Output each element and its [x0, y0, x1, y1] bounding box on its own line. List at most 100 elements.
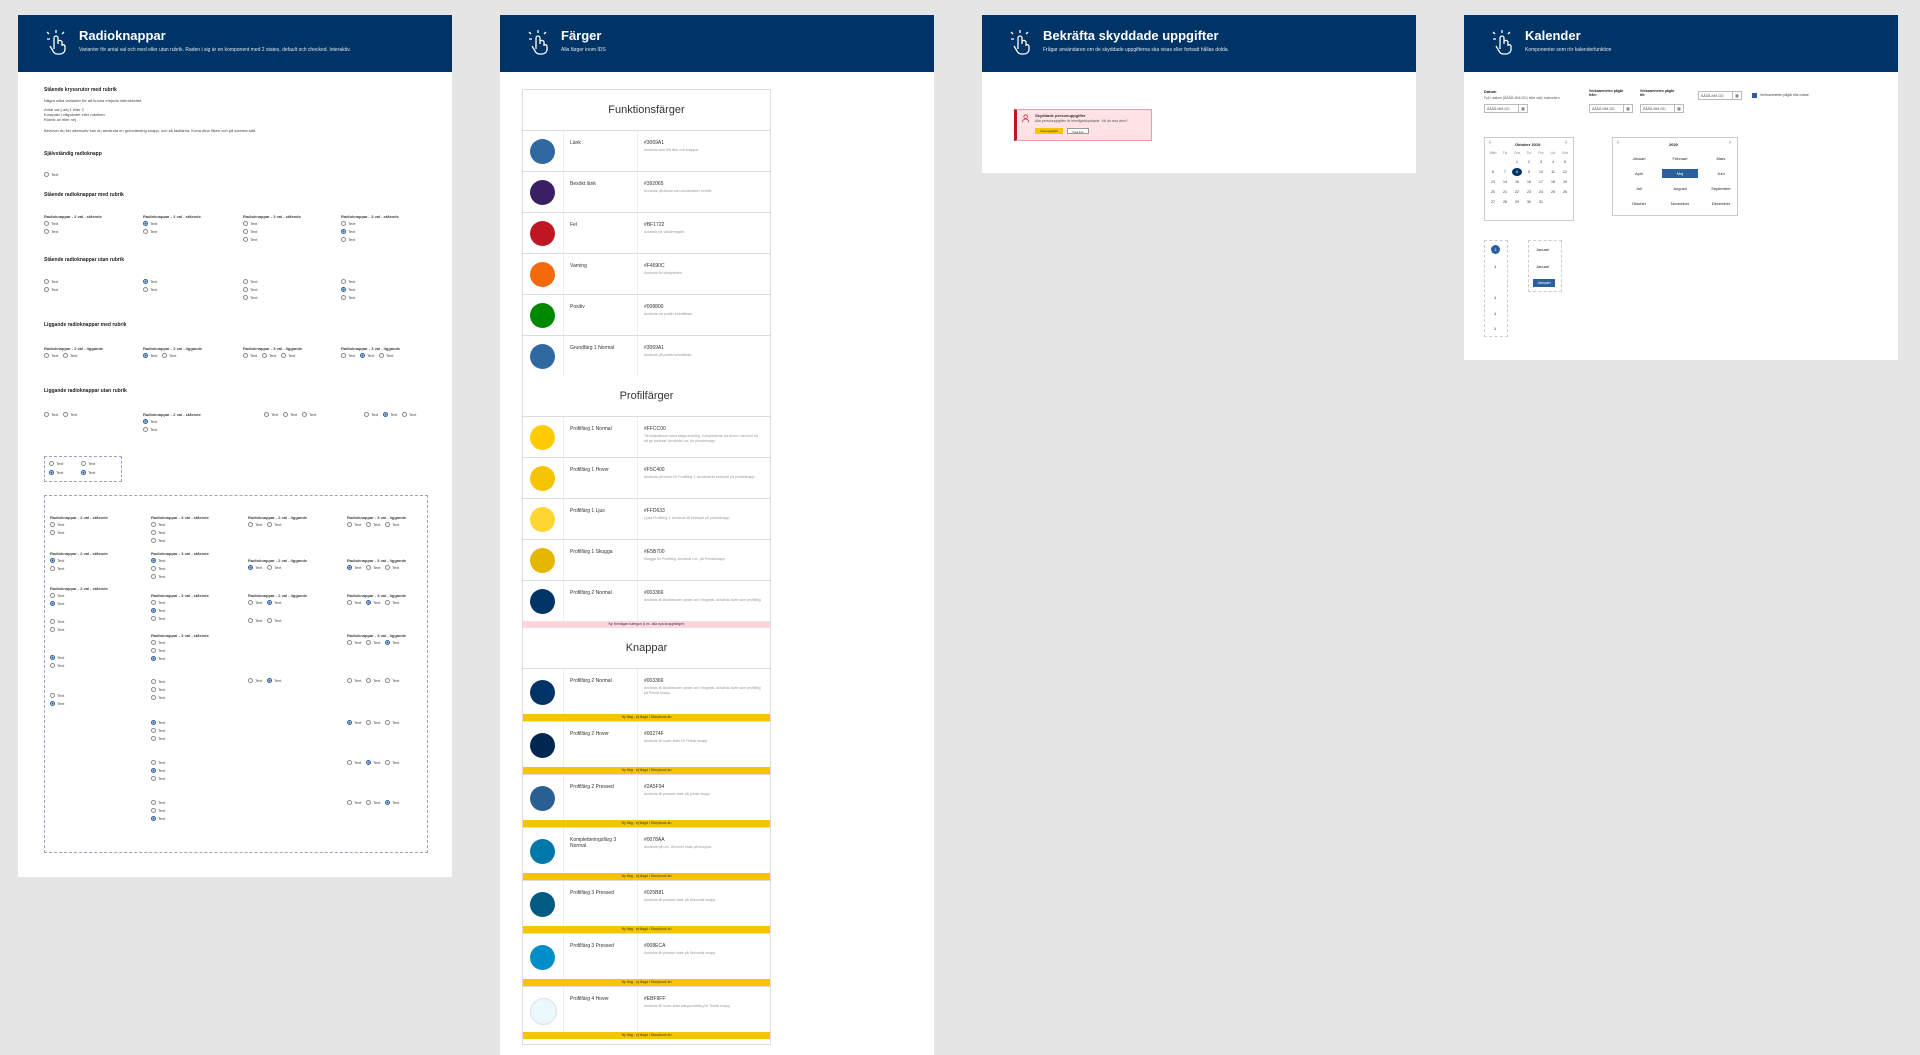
calendar-day[interactable]: 29: [1512, 200, 1522, 204]
next-month-icon[interactable]: ›: [1565, 140, 1567, 146]
list-month[interactable]: Januari: [1536, 247, 1549, 252]
radio-label: Text: [373, 640, 381, 645]
weekday-label: Mån: [1489, 151, 1497, 155]
calendar-day[interactable]: 9: [1524, 170, 1534, 174]
section-title: Stående radioknappar utan rubrik: [44, 257, 125, 263]
calendar-day[interactable]: 19: [1560, 180, 1570, 184]
month-option[interactable]: Februari: [1662, 156, 1698, 161]
calendar-day[interactable]: 11: [1548, 170, 1558, 174]
to-input[interactable]: ÅÅÅÅ-MM-DD ▦: [1640, 104, 1684, 113]
calendar-day[interactable]: 8: [1512, 168, 1522, 176]
color-row: Profilfärg 1 Ljus #FFD633 Ljusa Profilfärg…: [523, 498, 770, 540]
calendar-day[interactable]: 18: [1548, 180, 1558, 184]
month-option[interactable]: Juni: [1703, 171, 1739, 176]
color-description: Används till pressed state på Sekundär k…: [644, 898, 717, 902]
radio-circle: [151, 574, 156, 579]
to-label: Verksamheten pågår till:: [1640, 89, 1675, 97]
month-option[interactable]: Januari: [1621, 156, 1657, 161]
month-option[interactable]: Augusti: [1662, 186, 1698, 191]
color-hex: #025B81: [644, 890, 665, 896]
list-number[interactable]: 1: [1494, 295, 1496, 300]
color-name: Profilfärg 4 Hover: [570, 996, 609, 1002]
month-picker: ‹ 2020 › Januari Februari Mars April Maj Juni…: [1612, 137, 1738, 216]
color-swatch: [530, 139, 555, 164]
group-label: Radioknappar - 3 val - stående: [341, 214, 399, 219]
radio-circle: [385, 720, 390, 725]
calendar-day[interactable]: 23: [1524, 190, 1534, 194]
month-option[interactable]: April: [1621, 171, 1657, 176]
radio-label: Text: [158, 736, 166, 741]
calendar-day[interactable]: 25: [1548, 190, 1558, 194]
calendar-icon[interactable]: ▦: [1518, 105, 1527, 112]
variant-box-small: [44, 456, 122, 482]
color-row: Profilfärg 2 Hover #00274F Används till ho…: [523, 721, 770, 768]
color-row: Profilfärg 2 Pressed #2A5F94 Används till …: [523, 774, 770, 821]
calendar-day[interactable]: 17: [1536, 180, 1546, 184]
calendar-day[interactable]: 6: [1488, 170, 1498, 174]
radio-circle: [151, 600, 156, 605]
section-title: Självständig radioknapp: [44, 151, 102, 157]
calendar-icon[interactable]: ▦: [1674, 105, 1683, 112]
radio-circle: [366, 565, 371, 570]
calendar-day[interactable]: 13: [1488, 180, 1498, 184]
month-option[interactable]: December: [1703, 201, 1739, 206]
calendar-day[interactable]: 2: [1524, 160, 1534, 164]
group-label: Radioknappar - 2 val - stående: [50, 586, 108, 591]
from-input[interactable]: ÅÅÅÅ-MM-DD ▦: [1589, 104, 1633, 113]
calendar-day[interactable]: 31: [1536, 200, 1546, 204]
hide-data-button[interactable]: Visa inte: [1067, 128, 1089, 134]
month-option[interactable]: November: [1662, 201, 1698, 206]
group-label: Radioknappar - 3 val - liggande: [347, 633, 407, 638]
calendar-day[interactable]: 28: [1500, 200, 1510, 204]
prev-year-icon[interactable]: ‹: [1617, 140, 1619, 146]
radio-circle: [50, 655, 55, 660]
calendar-day[interactable]: 4: [1548, 160, 1558, 164]
color-hex: #0078AA: [644, 837, 665, 843]
color-row: Profilfärg 4 Hover #EBF9FF Används till ho…: [523, 986, 770, 1033]
list-month[interactable]: Januari: [1536, 264, 1549, 269]
ongoing-checkbox[interactable]: [1752, 93, 1757, 98]
calendar-day[interactable]: 20: [1488, 190, 1498, 194]
month-option[interactable]: Oktober: [1621, 201, 1657, 206]
month-option[interactable]: September: [1703, 186, 1739, 191]
list-number[interactable]: 1: [1494, 311, 1496, 316]
calendar-day[interactable]: 22: [1512, 190, 1522, 194]
date-input[interactable]: ÅÅÅÅ-MM-DD ▦: [1484, 104, 1528, 113]
show-data-button[interactable]: Visa uppgifter: [1035, 128, 1063, 134]
calendar-day[interactable]: 16: [1524, 180, 1534, 184]
prev-month-icon[interactable]: ‹: [1489, 140, 1491, 146]
calendar-day[interactable]: 3: [1536, 160, 1546, 164]
list-number[interactable]: 1: [1494, 326, 1496, 331]
calendar-day[interactable]: 27: [1488, 200, 1498, 204]
radio-circle: [366, 720, 371, 725]
list-number[interactable]: 1: [1494, 264, 1496, 269]
radio-circle: [366, 522, 371, 527]
calendar-icon[interactable]: ▦: [1732, 92, 1741, 99]
calendar-icon[interactable]: ▦: [1623, 105, 1632, 112]
calendar-day[interactable]: 7: [1500, 170, 1510, 174]
month-option[interactable]: Juli: [1621, 186, 1657, 191]
calendar-day[interactable]: 12: [1560, 170, 1570, 174]
calendar-day[interactable]: 5: [1560, 160, 1570, 164]
calendar-day[interactable]: 1: [1512, 160, 1522, 164]
radio-circle: [248, 618, 253, 623]
next-year-icon[interactable]: ›: [1729, 140, 1731, 146]
group-label: Radioknappar - 2 val - liggande: [44, 346, 104, 351]
calendar-day[interactable]: 30: [1524, 200, 1534, 204]
radio-circle: [248, 678, 253, 683]
radio-circle: [151, 558, 156, 563]
calendar-day[interactable]: 14: [1500, 180, 1510, 184]
date-input-right[interactable]: ÅÅÅÅ-MM-DD ▦: [1698, 91, 1742, 100]
radio-label: Text: [392, 720, 400, 725]
month-option[interactable]: Maj: [1662, 169, 1698, 178]
calendar-day[interactable]: 15: [1512, 180, 1522, 184]
intro-line: Några olika varianter för att kunna erbj…: [44, 98, 143, 103]
calendar-day[interactable]: 10: [1536, 170, 1546, 174]
calendar-day[interactable]: 24: [1536, 190, 1546, 194]
month-option[interactable]: Mars: [1703, 156, 1739, 161]
selected-number[interactable]: 1: [1491, 245, 1500, 254]
list-month-selected[interactable]: Januari: [1533, 279, 1555, 287]
calendar-day[interactable]: 21: [1500, 190, 1510, 194]
calendar-day[interactable]: 26: [1560, 190, 1570, 194]
group-label: Radioknappar - 2 val - stående: [50, 515, 108, 520]
